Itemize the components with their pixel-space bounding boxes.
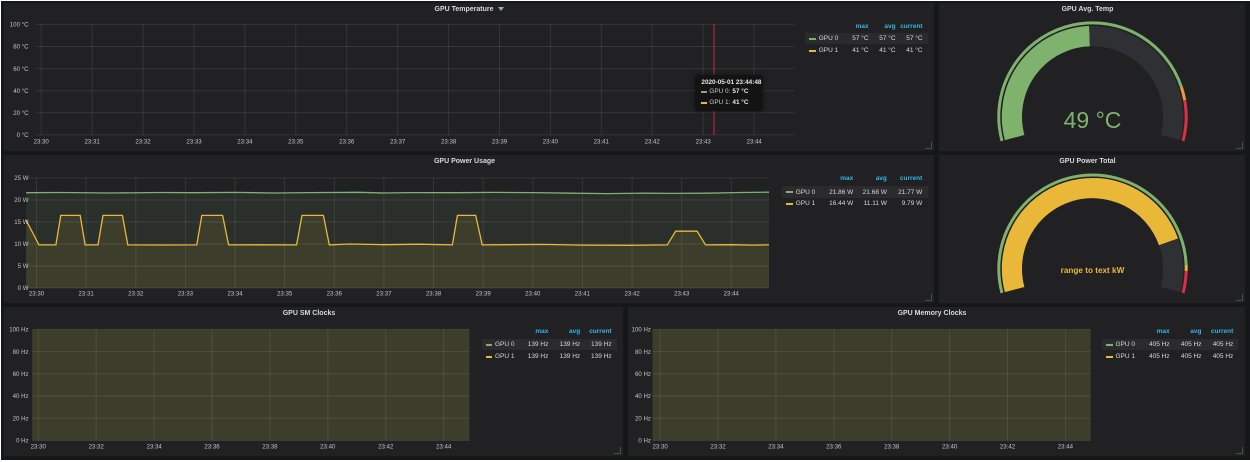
svg-text:23:30: 23:30 (34, 139, 50, 146)
svg-text:40 Hz: 40 Hz (635, 393, 651, 400)
svg-text:23:37: 23:37 (390, 139, 406, 146)
svg-text:23:36: 23:36 (826, 443, 842, 450)
svg-text:100 Hz: 100 Hz (9, 327, 28, 334)
svg-text:23:34: 23:34 (146, 443, 162, 450)
svg-text:23:34: 23:34 (227, 291, 243, 298)
svg-text:49 °C: 49 °C (1064, 107, 1122, 133)
svg-text:23:39: 23:39 (476, 291, 492, 298)
svg-text:23:44: 23:44 (724, 291, 740, 298)
svg-text:23:36: 23:36 (339, 139, 355, 146)
svg-text:23:38: 23:38 (426, 291, 442, 298)
svg-text:100 Hz: 100 Hz (632, 327, 651, 334)
svg-text:40 °C: 40 °C (13, 88, 29, 95)
svg-text:23:42: 23:42 (645, 139, 661, 146)
svg-text:23:42: 23:42 (624, 291, 640, 298)
svg-text:5 W: 5 W (18, 263, 29, 270)
svg-text:23:42: 23:42 (1000, 443, 1016, 450)
svg-text:23:38: 23:38 (441, 139, 457, 146)
svg-text:23:44: 23:44 (746, 139, 762, 146)
svg-text:23:35: 23:35 (277, 291, 293, 298)
svg-text:0 °C: 0 °C (17, 132, 30, 139)
svg-text:23:38: 23:38 (262, 443, 278, 450)
svg-text:80 °C: 80 °C (13, 44, 29, 51)
svg-text:23:38: 23:38 (884, 443, 900, 450)
svg-text:0 Hz: 0 Hz (16, 438, 29, 445)
svg-text:23:43: 23:43 (674, 291, 690, 298)
svg-text:23:40: 23:40 (942, 443, 958, 450)
svg-text:23:40: 23:40 (320, 443, 336, 450)
svg-text:23:36: 23:36 (327, 291, 343, 298)
svg-text:23:42: 23:42 (378, 443, 394, 450)
svg-text:10 W: 10 W (14, 241, 28, 248)
svg-text:23:44: 23:44 (436, 443, 452, 450)
svg-text:23:36: 23:36 (204, 443, 220, 450)
svg-text:40 Hz: 40 Hz (13, 393, 29, 400)
svg-text:23:33: 23:33 (186, 139, 202, 146)
svg-text:100 °C: 100 °C (10, 22, 29, 29)
svg-text:23:41: 23:41 (575, 291, 591, 298)
svg-text:23:40: 23:40 (525, 291, 541, 298)
svg-text:23:32: 23:32 (89, 443, 105, 450)
svg-text:20 W: 20 W (14, 197, 28, 204)
svg-text:23:34: 23:34 (768, 443, 784, 450)
svg-text:23:41: 23:41 (594, 139, 610, 146)
svg-text:80 Hz: 80 Hz (635, 349, 651, 356)
svg-text:23:39: 23:39 (492, 139, 508, 146)
svg-text:23:33: 23:33 (178, 291, 194, 298)
svg-text:23:31: 23:31 (78, 291, 94, 298)
svg-text:23:44: 23:44 (1058, 443, 1074, 450)
svg-text:23:30: 23:30 (652, 443, 668, 450)
svg-text:60 Hz: 60 Hz (13, 371, 29, 378)
svg-text:23:31: 23:31 (84, 139, 100, 146)
svg-text:23:32: 23:32 (135, 139, 151, 146)
svg-text:60 °C: 60 °C (13, 66, 29, 73)
svg-text:80 Hz: 80 Hz (13, 349, 29, 356)
svg-text:23:32: 23:32 (710, 443, 726, 450)
svg-text:23:35: 23:35 (288, 139, 304, 146)
svg-text:0 Hz: 0 Hz (638, 438, 651, 445)
svg-text:20 Hz: 20 Hz (635, 415, 651, 422)
svg-text:23:30: 23:30 (29, 291, 45, 298)
svg-text:20 °C: 20 °C (13, 110, 29, 117)
svg-text:23:34: 23:34 (237, 139, 253, 146)
svg-text:23:32: 23:32 (128, 291, 144, 298)
svg-text:23:40: 23:40 (543, 139, 559, 146)
svg-text:60 Hz: 60 Hz (635, 371, 651, 378)
svg-text:23:43: 23:43 (696, 139, 712, 146)
svg-text:23:30: 23:30 (31, 443, 47, 450)
svg-text:25 W: 25 W (14, 175, 28, 182)
svg-text:23:37: 23:37 (376, 291, 392, 298)
svg-text:15 W: 15 W (14, 219, 28, 226)
svg-text:0 W: 0 W (18, 285, 29, 292)
svg-text:20 Hz: 20 Hz (13, 415, 29, 422)
svg-text:range to text kW: range to text kW (1061, 266, 1125, 275)
